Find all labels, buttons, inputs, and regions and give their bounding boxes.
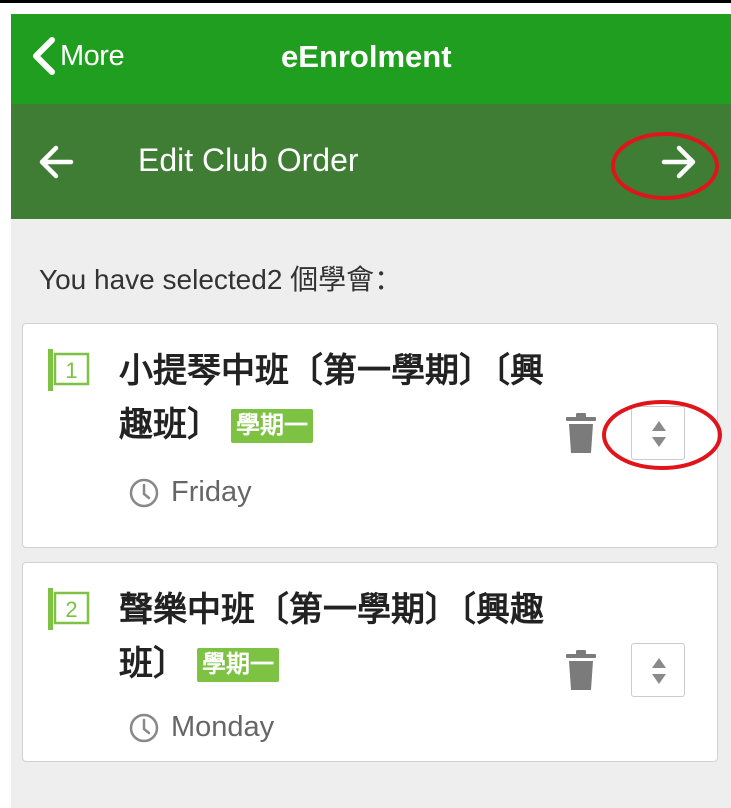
schedule-day: Friday <box>171 476 252 508</box>
reorder-handle[interactable] <box>631 643 685 697</box>
order-flag-icon: 1 <box>48 349 90 391</box>
club-name: 小提琴中班〔第一學期〕〔興趣班〕 學期一 <box>119 344 559 452</box>
top-border <box>0 0 731 3</box>
term-badge: 學期一 <box>197 648 279 682</box>
arrow-left-icon[interactable] <box>37 142 77 182</box>
club-card: 1 小提琴中班〔第一學期〕〔興趣班〕 學期一 Friday <box>22 323 718 548</box>
trash-icon[interactable] <box>565 412 597 454</box>
sort-arrows-icon <box>652 658 666 684</box>
back-to-more-button[interactable]: More <box>28 31 125 81</box>
schedule: Monday <box>129 711 274 744</box>
clock-icon <box>129 713 159 742</box>
schedule-day: Monday <box>171 711 275 743</box>
club-name: 聲樂中班〔第一學期〕〔興趣班〕 學期一 <box>119 583 559 691</box>
term-badge: 學期一 <box>231 409 313 443</box>
order-number: 2 <box>65 597 77 622</box>
order-flag-icon: 2 <box>48 588 90 630</box>
app-header: More eEnrolment <box>11 14 731 104</box>
club-card: 2 聲樂中班〔第一學期〕〔興趣班〕 學期一 Monday <box>22 562 718 762</box>
page-header: Edit Club Order <box>11 104 731 219</box>
trash-icon[interactable] <box>565 649 597 691</box>
app-frame: More eEnrolment Edit Club Order You have… <box>0 0 731 808</box>
club-name-text: 小提琴中班〔第一學期〕〔興趣班〕 <box>119 352 544 444</box>
sort-arrows-icon <box>652 421 666 447</box>
order-number: 1 <box>65 358 77 383</box>
back-label: More <box>60 39 125 72</box>
clock-icon <box>129 478 159 507</box>
chevron-left-icon <box>33 37 55 75</box>
schedule: Friday <box>129 476 252 509</box>
club-name-text: 聲樂中班〔第一學期〕〔興趣班〕 <box>119 591 544 683</box>
page-title: Edit Club Order <box>138 142 359 178</box>
app-title: eEnrolment <box>281 39 452 74</box>
selection-summary: You have selected2 個學會： <box>39 264 403 295</box>
arrow-right-icon[interactable] <box>658 142 698 182</box>
reorder-handle[interactable] <box>631 406 685 460</box>
